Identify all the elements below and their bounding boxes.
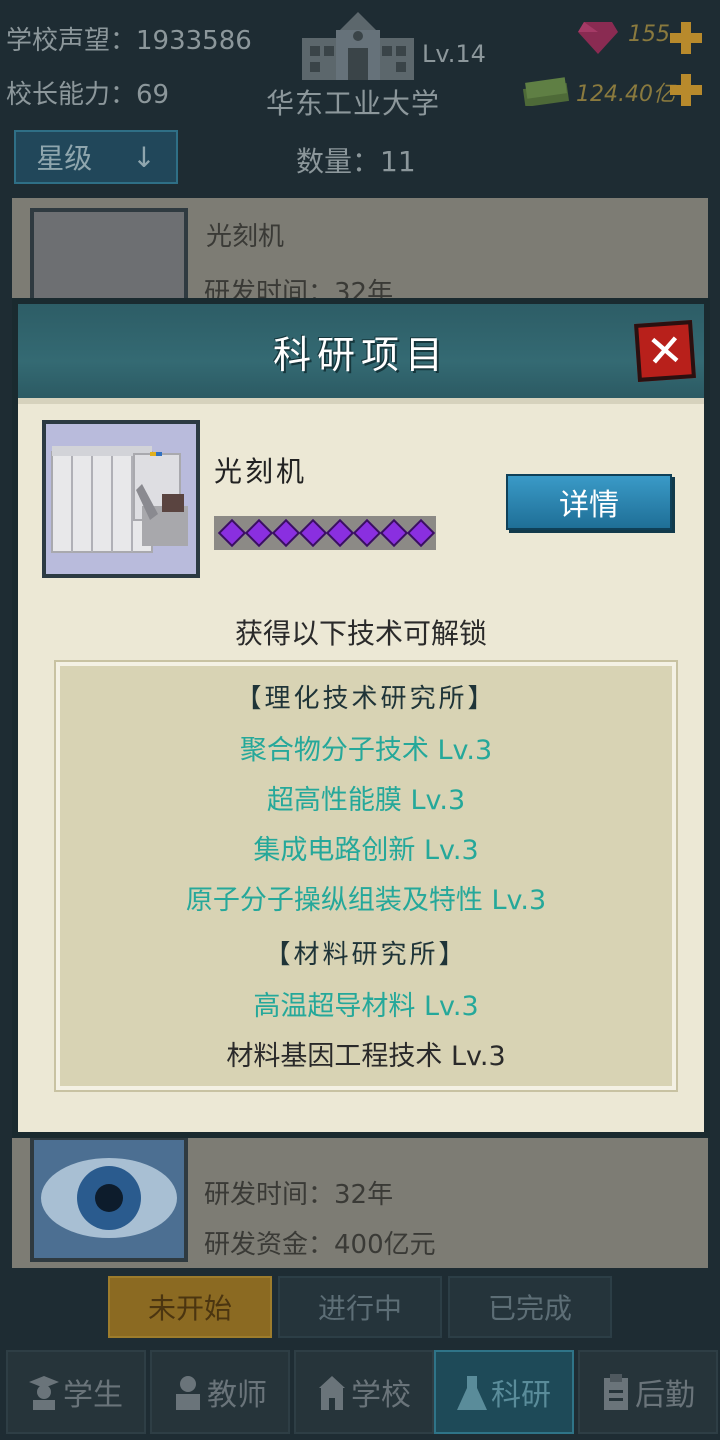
reputation-label: 学校声望：	[6, 26, 137, 56]
modal-header: 科研项目 ✕	[18, 304, 704, 404]
gem-count: 155	[628, 22, 670, 47]
ability-stat: 校长能力：69	[6, 74, 169, 111]
institute-heading: 【理化技术研究所】	[235, 684, 497, 714]
time-label: 研发时间：	[204, 1180, 335, 1210]
student-icon	[29, 1376, 59, 1410]
school-level: Lv.14	[422, 40, 486, 68]
nav-teachers[interactable]: 教师	[150, 1350, 290, 1434]
research-card[interactable]: 研发时间：32年 研发资金：400亿元	[12, 1128, 708, 1268]
tech-item: 聚合物分子技术 Lv.3	[239, 735, 493, 766]
school-icon	[319, 1376, 345, 1410]
sort-arrow-icon: ↓	[132, 140, 156, 174]
add-gems-icon[interactable]	[670, 22, 702, 54]
nav-label: 学校	[351, 1378, 411, 1413]
star-diamond-icon	[325, 518, 354, 548]
unlock-label: 获得以下技术可解锁	[234, 617, 487, 650]
fund-label: 研发资金：	[204, 1230, 335, 1260]
eye-icon	[34, 1140, 184, 1258]
lithography-machine-image	[46, 424, 196, 574]
star-diamond-icon	[298, 518, 327, 548]
modal-title: 科研项目	[272, 333, 449, 377]
reputation-value: 1933586	[136, 26, 252, 56]
flask-icon	[457, 1376, 487, 1410]
nav-research[interactable]: 科研	[434, 1350, 574, 1434]
nav-logistics[interactable]: 后勤	[578, 1350, 718, 1434]
nav-label: 教师	[207, 1378, 267, 1413]
school-building-icon	[302, 12, 414, 80]
star-diamond-icon	[244, 518, 273, 548]
count-label: 数量：	[296, 145, 381, 178]
gem-icon	[578, 22, 618, 54]
card-title: 光刻机	[206, 222, 285, 252]
nav-label: 科研	[491, 1378, 551, 1413]
fund-value: 400亿元	[334, 1230, 436, 1260]
star-diamond-icon	[217, 518, 246, 548]
modal-body: 科研项目 ✕ 光刻机 详情 获得以下技术可解锁 【理化技术研究所】 聚合物分子技…	[18, 304, 704, 1132]
nav-school[interactable]: 学校	[294, 1350, 434, 1434]
sort-by-star-button[interactable]: 星级 ↓	[14, 130, 178, 184]
money-amount: 124.40亿	[576, 82, 675, 107]
tab-not-started[interactable]: 未开始	[108, 1276, 272, 1338]
details-button[interactable]: 详情	[506, 474, 672, 530]
research-project-modal: 科研项目 ✕ 光刻机 详情 获得以下技术可解锁 【理化技术研究所】 聚合物分子技…	[12, 298, 710, 1138]
eye-thumbnail	[30, 1136, 188, 1262]
tech-item: 超高性能膜 Lv.3	[266, 785, 466, 816]
institute-heading: 【材料研究所】	[264, 940, 468, 970]
nav-students[interactable]: 学生	[6, 1350, 146, 1434]
count-value: 11	[380, 145, 416, 178]
unlock-tech-list: 【理化技术研究所】 聚合物分子技术 Lv.3 超高性能膜 Lv.3 集成电路创新 Lv…	[54, 660, 678, 1092]
close-button[interactable]: ✕	[634, 320, 696, 382]
project-name: 光刻机	[214, 455, 308, 488]
teacher-icon	[176, 1376, 200, 1410]
clipboard-icon	[604, 1374, 628, 1410]
card-fund: 研发资金：400亿元	[204, 1224, 436, 1261]
money-icon	[522, 77, 570, 106]
time-value: 32年	[334, 1180, 394, 1210]
tab-in-progress[interactable]: 进行中	[278, 1276, 442, 1338]
star-diamond-icon	[352, 518, 381, 548]
star-diamond-icon	[271, 518, 300, 548]
bottom-nav: 学生 教师 学校 科研 后勤	[0, 1350, 720, 1434]
project-thumbnail	[42, 420, 200, 578]
sort-label: 星级	[36, 142, 93, 175]
card-time: 研发时间：32年	[204, 1174, 393, 1211]
tech-item: 高温超导材料 Lv.3	[253, 991, 479, 1022]
ability-label: 校长能力：	[6, 80, 137, 110]
ability-value: 69	[136, 80, 170, 110]
reputation-stat: 学校声望：1933586	[6, 20, 252, 57]
tab-completed[interactable]: 已完成	[448, 1276, 612, 1338]
item-count: 数量：11	[296, 140, 416, 180]
nav-label: 学生	[63, 1378, 123, 1413]
add-money-icon[interactable]	[670, 74, 702, 106]
star-diamond-icon	[406, 518, 435, 548]
tech-item: 材料基因工程技术 Lv.3	[226, 1041, 506, 1072]
star-diamond-icon	[379, 518, 408, 548]
tech-item: 集成电路创新 Lv.3	[253, 835, 479, 866]
tech-item: 原子分子操纵组装及特性 Lv.3	[185, 885, 547, 916]
school-name: 华东工业大学	[266, 87, 441, 120]
star-rating	[214, 516, 436, 550]
nav-label: 后勤	[635, 1378, 695, 1413]
